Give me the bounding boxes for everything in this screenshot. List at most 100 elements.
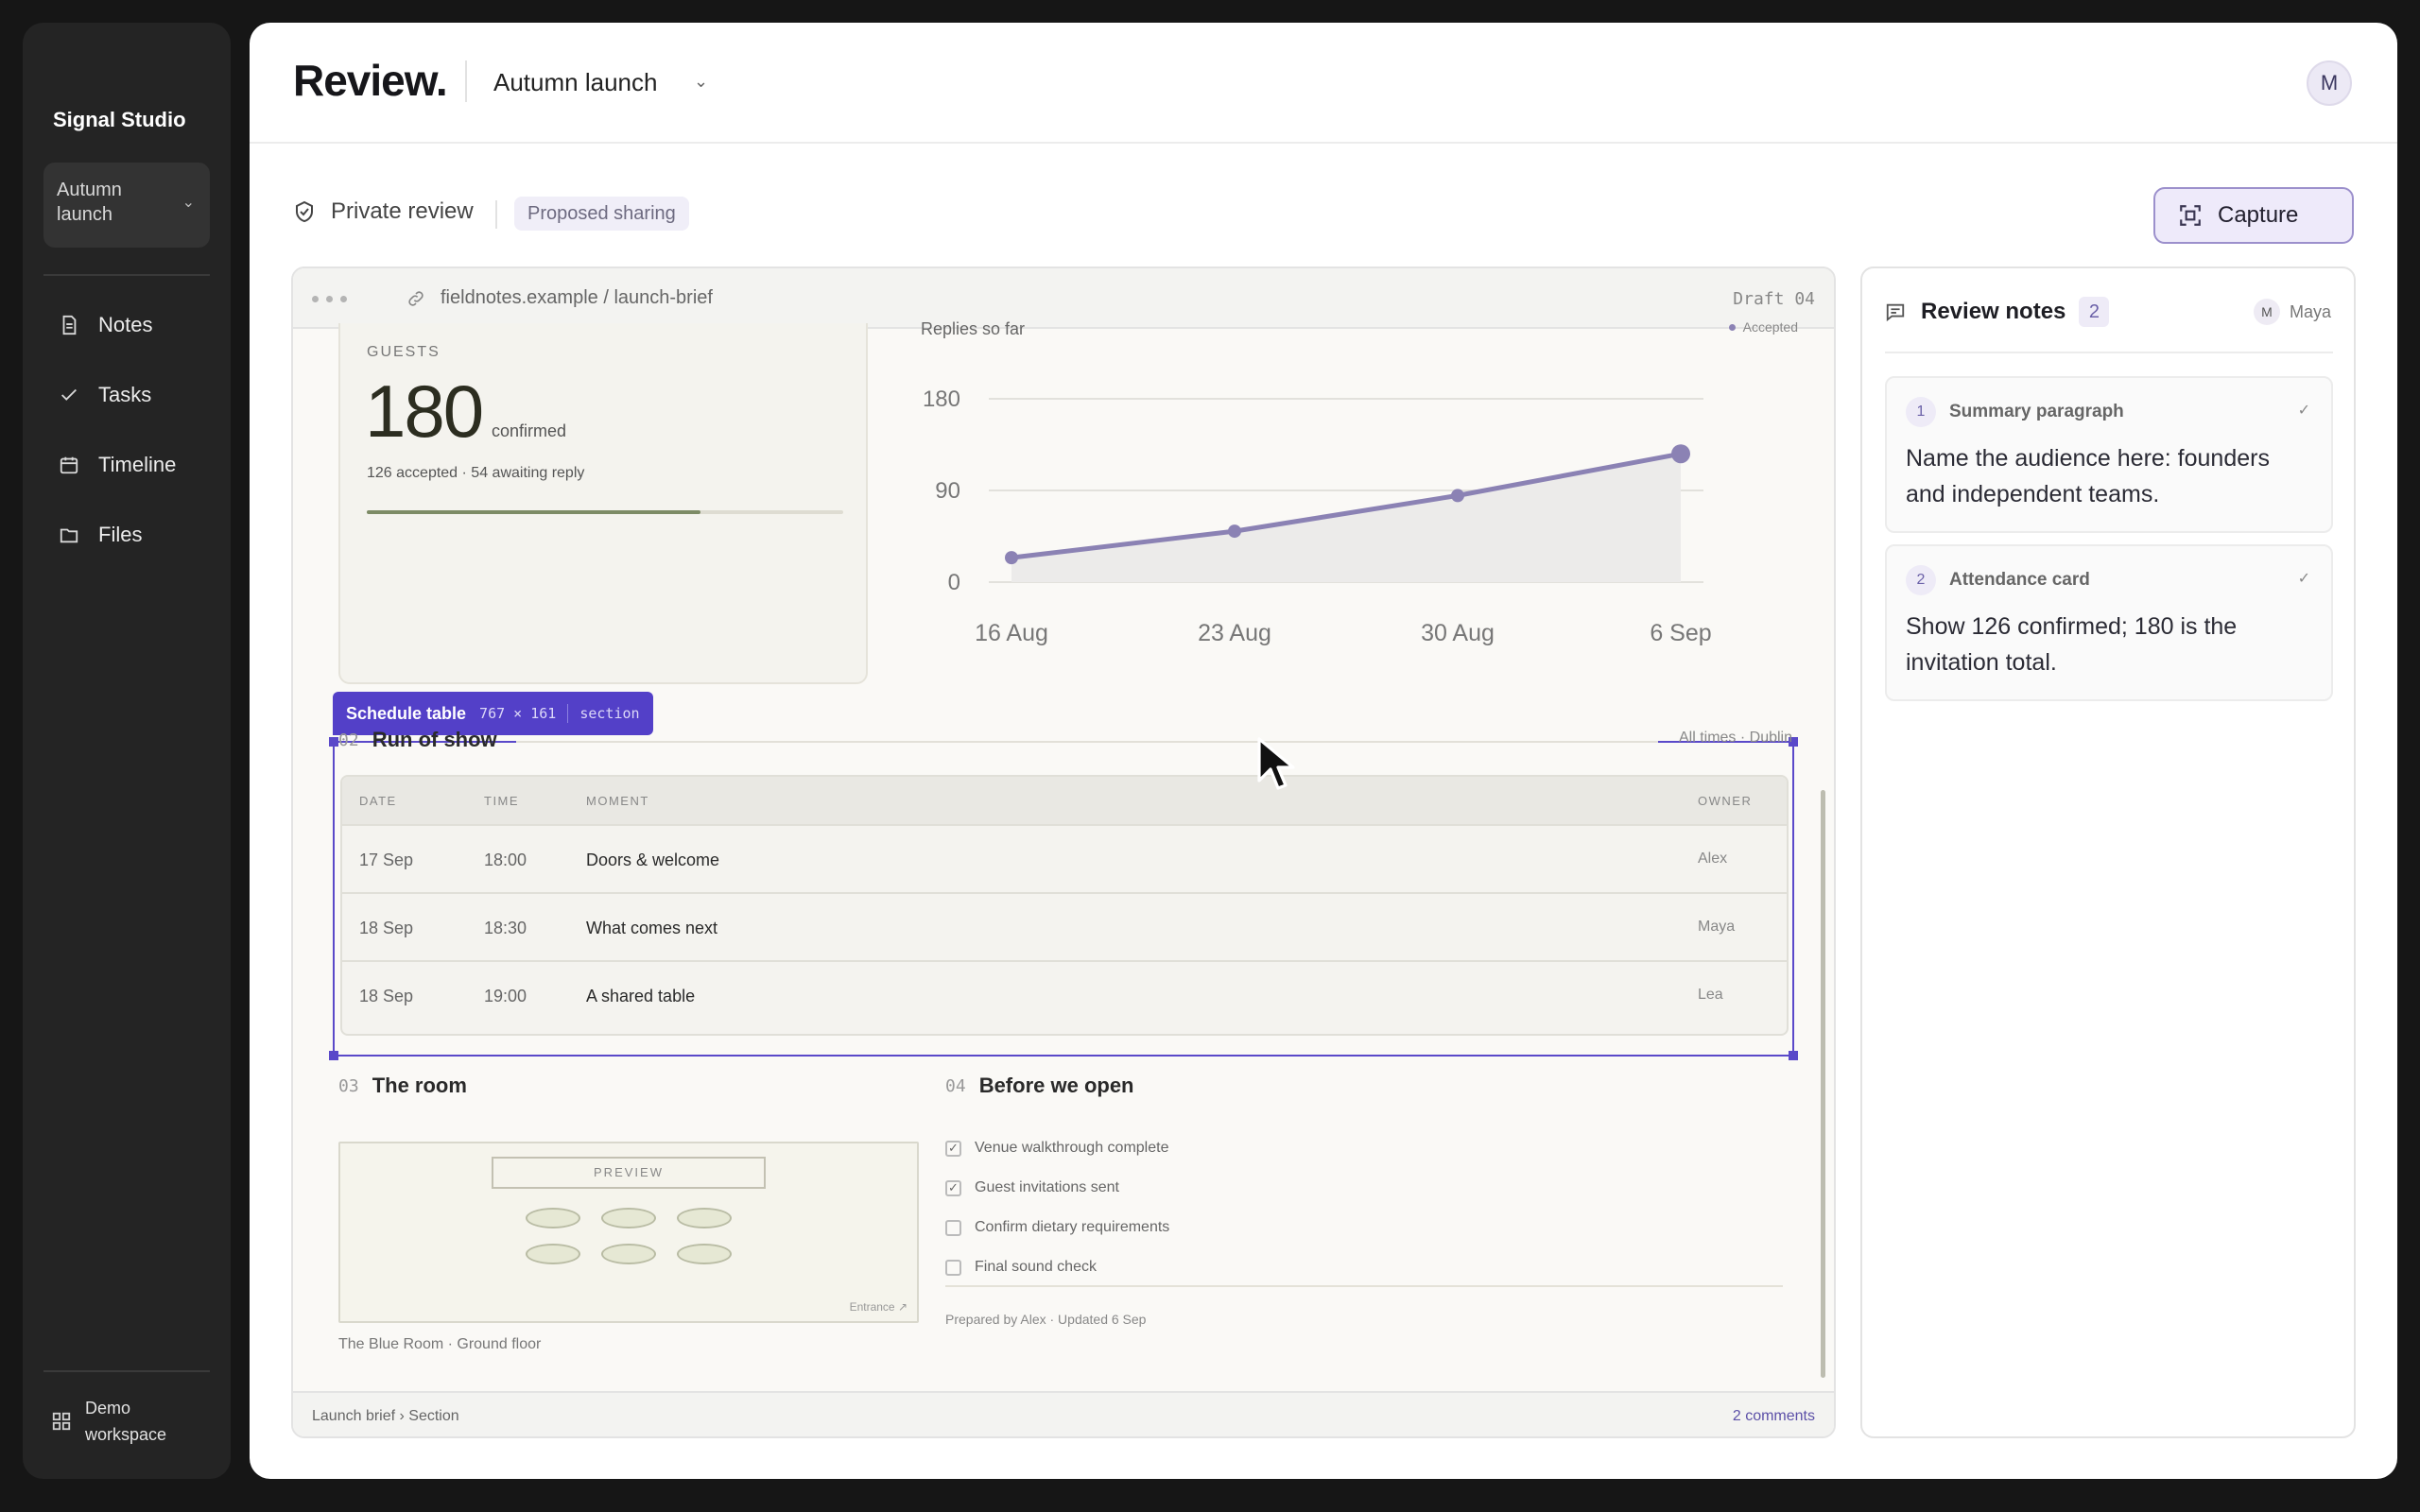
checklist-item[interactable]: Final sound check xyxy=(945,1259,1097,1276)
document-footer: Prepared by Alex · Updated 6 Sep xyxy=(945,1312,1147,1327)
preview-frame: fieldnotes.example / launch-brief Draft … xyxy=(291,266,1836,1438)
more-icon[interactable] xyxy=(312,296,347,302)
table-shape xyxy=(601,1208,656,1228)
column-header: MOMENT xyxy=(586,794,649,808)
main-panel: Review. Autumn launch ⌄ M Private review… xyxy=(250,23,2397,1479)
section-title: Run of show xyxy=(372,728,497,751)
table-shape xyxy=(677,1244,732,1264)
breadcrumb[interactable]: Launch brief › Section xyxy=(312,1408,459,1425)
data-point xyxy=(1451,489,1464,503)
sidebar-item-label: Tasks xyxy=(98,383,152,406)
cell-owner: Maya xyxy=(1698,919,1736,935)
resize-handle[interactable] xyxy=(1789,1051,1798,1060)
section-title: The room xyxy=(372,1074,467,1097)
sidebar-item-label: Timeline xyxy=(98,453,177,476)
workspace-switcher[interactable]: Demo workspace xyxy=(51,1395,189,1448)
checkbox-unchecked[interactable] xyxy=(945,1259,961,1276)
capture-button-label: Capture xyxy=(2218,202,2299,228)
checklist-item[interactable]: ✓ Venue walkthrough complete xyxy=(945,1140,1168,1157)
sidebar-item-timeline[interactable]: Timeline xyxy=(59,446,176,484)
timezone-note: All times · Dublin xyxy=(1678,730,1792,746)
table-row[interactable]: 18 Sep 18:30 What comes next Maya xyxy=(342,892,1787,960)
attendance-label: GUESTS xyxy=(367,344,441,360)
comment-icon xyxy=(1886,303,1905,322)
checklist-rule xyxy=(945,1285,1783,1287)
checklist-item[interactable]: Confirm dietary requirements xyxy=(945,1219,1169,1236)
checkbox-checked[interactable]: ✓ xyxy=(945,1179,961,1196)
author-avatar: M xyxy=(2253,299,2280,325)
review-notes-panel: Review notes 2 M Maya 1 Summary paragraph… xyxy=(1860,266,2356,1438)
checkbox-checked[interactable]: ✓ xyxy=(945,1140,961,1157)
table-header: DATE TIME MOMENT OWNER xyxy=(342,777,1787,824)
note-card[interactable]: 2 Attendance card ✓ Show 126 confirmed; 1… xyxy=(1885,544,2333,701)
author-name: Maya xyxy=(2289,301,2331,321)
cell-date: 17 Sep xyxy=(359,850,414,869)
cell-moment: A shared table xyxy=(586,987,696,1005)
cell-owner: Lea xyxy=(1698,987,1723,1003)
comments-link[interactable]: 2 comments xyxy=(1733,1408,1815,1425)
sidebar-item-label: Notes xyxy=(98,313,153,336)
check-icon xyxy=(61,388,77,401)
sidebar: Signal Studio Autumn launch ⌄ Notes Task… xyxy=(23,23,231,1479)
url-text: fieldnotes.example / launch-brief xyxy=(441,287,713,308)
column-header: TIME xyxy=(484,794,520,808)
scrollbar[interactable] xyxy=(1821,790,1825,1378)
cell-owner: Alex xyxy=(1698,850,1728,867)
sidebar-item-tasks[interactable]: Tasks xyxy=(59,376,151,414)
y-tick-label: 180 xyxy=(923,387,960,412)
x-tick-label: 16 Aug xyxy=(975,620,1048,646)
sidebar-item-label: Files xyxy=(98,523,143,546)
browser-bar: fieldnotes.example / launch-brief Draft … xyxy=(293,268,1834,329)
capture-button[interactable]: Capture xyxy=(2153,187,2354,244)
resize-handle[interactable] xyxy=(329,1051,338,1060)
stage-label: PREVIEW xyxy=(492,1157,766,1189)
x-tick-label: 6 Sep xyxy=(1650,620,1711,646)
url-bar[interactable]: fieldnotes.example / launch-brief xyxy=(406,287,713,309)
table-shape xyxy=(526,1244,580,1264)
attendance-progress-fill xyxy=(367,510,700,514)
note-label: Summary paragraph xyxy=(1949,402,2124,421)
project-switcher[interactable]: Autumn launch ⌄ xyxy=(43,163,210,248)
sidebar-item-files[interactable]: Files xyxy=(59,516,142,554)
resolve-check-icon[interactable]: ✓ xyxy=(2298,401,2310,420)
brand-name: Signal Studio xyxy=(53,108,186,131)
attendance-suffix: confirmed xyxy=(492,421,567,440)
table-row[interactable]: 18 Sep 19:00 A shared table Lea xyxy=(342,960,1787,1028)
x-tick-label: 23 Aug xyxy=(1198,620,1271,646)
status-badge: Proposed sharing xyxy=(514,197,689,231)
note-card[interactable]: 1 Summary paragraph ✓ Name the audience h… xyxy=(1885,376,2333,533)
notes-divider xyxy=(1885,352,2333,353)
y-tick-label: 0 xyxy=(948,570,960,595)
note-number: 2 xyxy=(1906,565,1936,595)
folder-icon xyxy=(60,528,78,543)
notes-title: Review notes xyxy=(1921,299,2066,324)
resize-handle[interactable] xyxy=(329,737,338,747)
header-divider xyxy=(465,60,467,102)
resolve-check-icon[interactable]: ✓ xyxy=(2298,569,2310,588)
sidebar-item-notes[interactable]: Notes xyxy=(59,306,152,344)
selection-kind: section xyxy=(579,705,640,722)
review-mode-label: Private review xyxy=(331,198,474,224)
notes-header: Review notes 2 xyxy=(1885,297,2110,327)
avatar[interactable]: M xyxy=(2307,60,2352,106)
checkbox-unchecked[interactable] xyxy=(945,1219,961,1236)
review-mode: Private review xyxy=(293,198,474,225)
y-tick-label: 90 xyxy=(935,478,960,504)
attendance-progress xyxy=(367,510,843,514)
table-row[interactable]: 17 Sep 18:00 Doors & welcome Alex xyxy=(342,824,1787,892)
replies-chart-card[interactable]: Replies so far Accepted 180 90 0 16 Aug 23 A… xyxy=(919,319,1798,684)
checklist-item[interactable]: ✓ Guest invitations sent xyxy=(945,1179,1119,1196)
cell-time: 19:00 xyxy=(484,987,527,1005)
room-map[interactable]: PREVIEW Entrance ↗ xyxy=(338,1142,919,1323)
table-shape xyxy=(601,1244,656,1264)
section-number: 02 xyxy=(338,730,359,750)
attendance-breakdown: 126 accepted · 54 awaiting reply xyxy=(367,465,585,481)
chevron-down-icon[interactable]: ⌄ xyxy=(694,72,708,92)
cell-moment: Doors & welcome xyxy=(586,850,720,869)
cell-time: 18:30 xyxy=(484,919,527,937)
project-selector[interactable]: Autumn launch xyxy=(493,68,657,97)
notes-count: 2 xyxy=(2079,297,2110,327)
attendance-card[interactable]: GUESTS 180 confirmed 126 accepted · 54 a… xyxy=(338,323,868,684)
note-text: Show 126 confirmed; 180 is the invitatio… xyxy=(1906,613,2238,676)
cell-moment: What comes next xyxy=(586,919,718,937)
